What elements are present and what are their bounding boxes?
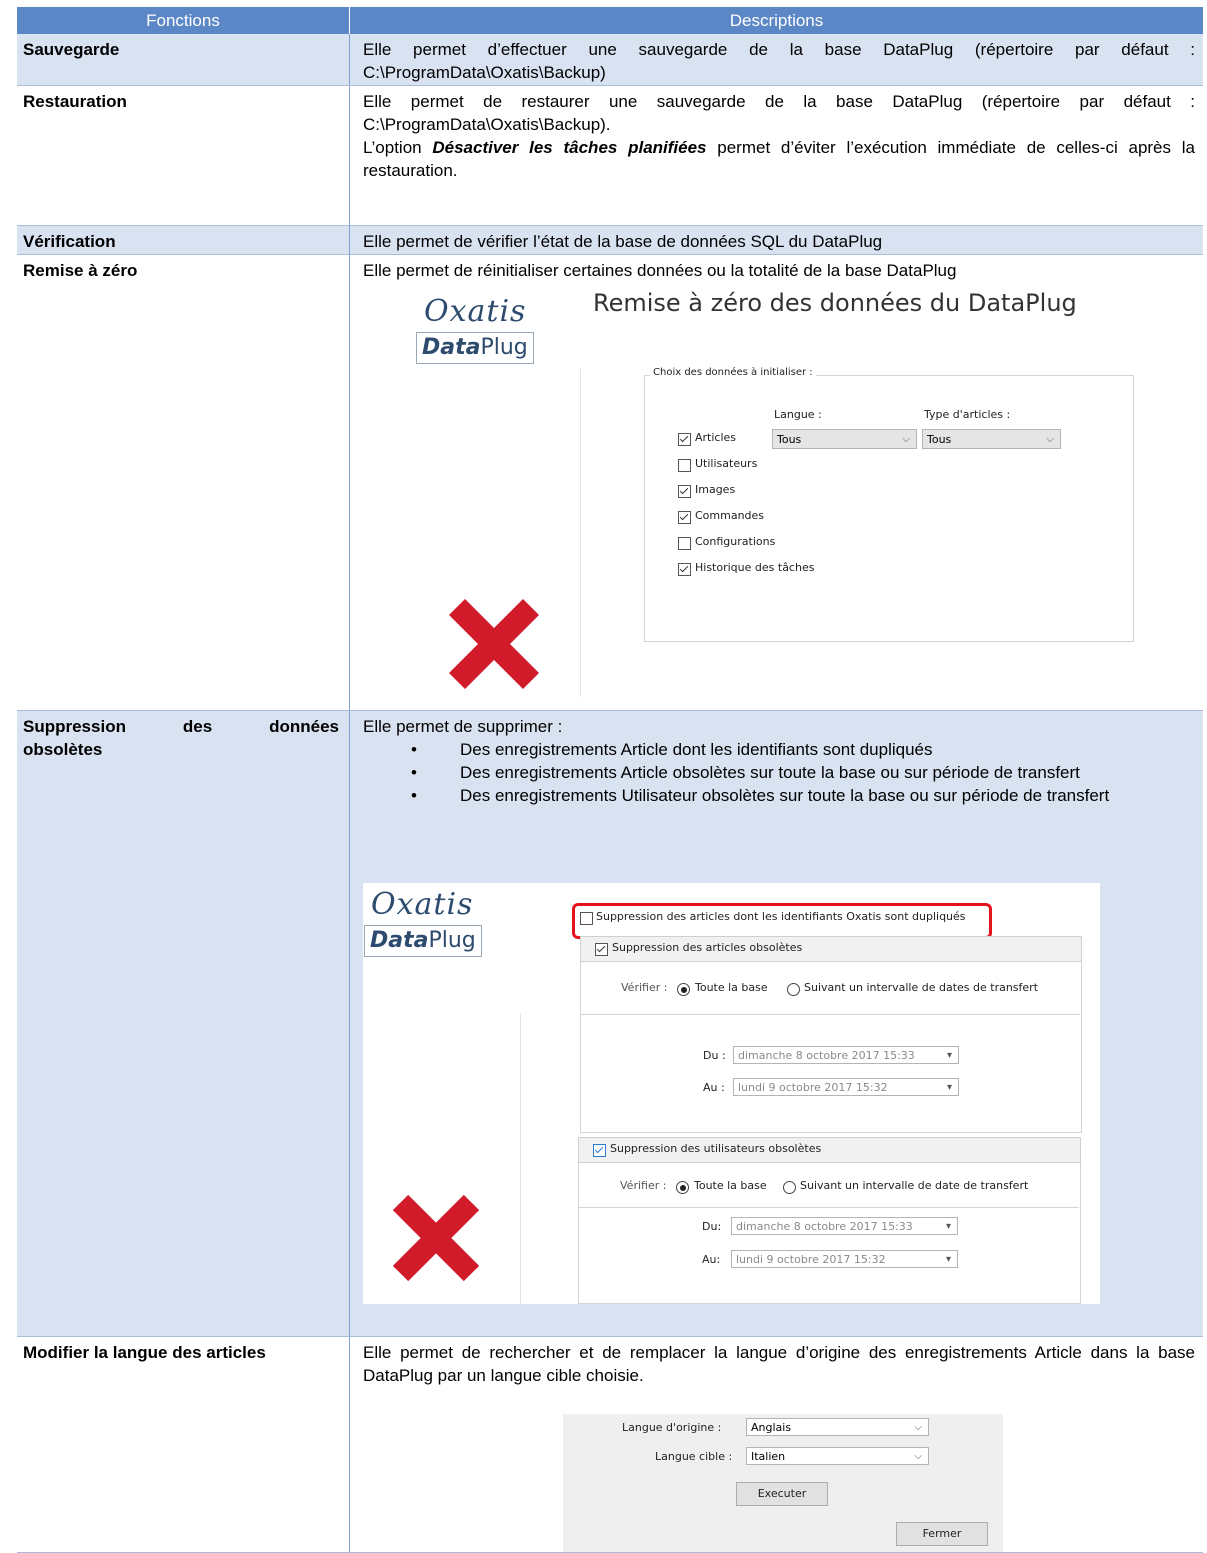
- chevron-down-icon: ⌵: [902, 434, 910, 445]
- chevron-down-icon: ▾: [945, 1221, 951, 1232]
- description: Elle permet d’effectuer une sauvegarde d…: [363, 40, 1195, 82]
- list-item: Des enregistrements Utilisateur obsolète…: [363, 784, 1195, 807]
- function-name: Remise à zéro: [23, 261, 138, 280]
- option-name: Désactiver les tâches planifiées: [432, 138, 707, 157]
- purge-dialog-screenshot: Oxatis DataPlug Suppression des articles…: [363, 883, 1100, 1304]
- radio-label: Suivant un intervalle de dates de transf…: [804, 981, 1039, 994]
- checkbox-label: Suppression des articles obsolètes: [612, 941, 803, 954]
- langue-select[interactable]: Tous ⌵: [772, 429, 917, 449]
- checkbox-users-obsoletes[interactable]: [593, 1144, 606, 1157]
- function-name: Modifier la langue des articles: [23, 1343, 266, 1362]
- checkbox-label: Images: [695, 483, 736, 496]
- group-label: Choix des données à initialiser :: [650, 367, 816, 378]
- verifier-label: Vérifier :: [621, 981, 668, 994]
- language-dialog-screenshot: Langue d'origine : Anglais ⌵ Langue cible…: [563, 1414, 1003, 1552]
- origin-label: Langue d'origine :: [622, 1421, 722, 1434]
- checkbox-label: Configurations: [695, 535, 776, 548]
- type-label: Type d'articles :: [924, 408, 1011, 421]
- au-label: Au:: [702, 1253, 721, 1266]
- description: Elle permet de vérifier l’état de la bas…: [363, 232, 883, 251]
- radio-label: Toute la base: [695, 981, 768, 994]
- description: Elle permet de rechercher et de remplace…: [363, 1343, 1195, 1385]
- chevron-down-icon: ▾: [946, 1082, 952, 1093]
- target-language-select[interactable]: Italien ⌵: [746, 1447, 929, 1465]
- chevron-down-icon: ⌵: [914, 1451, 922, 1462]
- checkbox-configurations[interactable]: [678, 537, 691, 550]
- close-icon: [449, 599, 539, 689]
- close-icon: [392, 1194, 480, 1282]
- function-name: Vérification: [23, 232, 116, 251]
- origin-language-select[interactable]: Anglais ⌵: [746, 1418, 929, 1436]
- description: Elle permet de restaurer une sauvegarde …: [363, 90, 1195, 182]
- close-button[interactable]: Fermer: [896, 1522, 988, 1546]
- checkbox-label: Historique des tâches: [695, 561, 815, 574]
- du-label: Du :: [703, 1049, 726, 1062]
- reset-dialog-screenshot: Oxatis DataPlug Remise à zéro des donnée…: [413, 284, 1140, 697]
- oxatis-logo: Oxatis: [424, 294, 527, 329]
- function-name: Sauvegarde: [23, 40, 120, 59]
- articles-panel: [580, 936, 1082, 1133]
- chevron-down-icon: ▾: [946, 1050, 952, 1061]
- separator: [578, 1207, 1079, 1209]
- checkbox-commandes[interactable]: [678, 511, 691, 524]
- date-from-picker[interactable]: dimanche 8 octobre 2017 15:33 ▾: [731, 1217, 958, 1235]
- header-descriptions: Descriptions: [350, 7, 1203, 34]
- target-label: Langue cible :: [655, 1450, 733, 1463]
- description-paragraph: Elle permet de restaurer une sauvegarde …: [363, 92, 1195, 134]
- description: Elle permet de supprimer : Des enregistr…: [363, 715, 1195, 807]
- type-select[interactable]: Tous ⌵: [922, 429, 1061, 449]
- table-row: Restauration Elle permet de restaurer un…: [17, 86, 1203, 226]
- oxatis-logo: Oxatis: [371, 887, 474, 922]
- chevron-down-icon: ⌵: [914, 1422, 922, 1433]
- date-to-picker[interactable]: lundi 9 octobre 2017 15:32 ▾: [731, 1250, 958, 1268]
- radio-interval[interactable]: [783, 1181, 796, 1194]
- description: Elle permet de réinitialiser certaines d…: [363, 261, 957, 280]
- dataplug-logo: DataPlug: [416, 332, 534, 364]
- radio-all-base[interactable]: [677, 983, 690, 996]
- radio-label: Toute la base: [694, 1179, 767, 1192]
- checkbox-articles[interactable]: [678, 433, 691, 446]
- au-label: Au :: [703, 1081, 725, 1094]
- checkbox-images[interactable]: [678, 485, 691, 498]
- radio-all-base[interactable]: [676, 1181, 689, 1194]
- function-name: Suppression des données obsolètes: [23, 717, 339, 759]
- radio-interval[interactable]: [787, 983, 800, 996]
- dialog-title: Remise à zéro des données du DataPlug: [593, 289, 1077, 317]
- table-row: Sauvegarde Elle permet d’effectuer une s…: [17, 34, 1203, 86]
- checkbox-label: Articles: [695, 431, 737, 444]
- dataplug-logo: DataPlug: [364, 925, 482, 957]
- checkbox-duplicates[interactable]: [580, 912, 593, 925]
- du-label: Du:: [702, 1220, 722, 1233]
- radio-label: Suivant un intervalle de date de transfe…: [800, 1179, 1029, 1192]
- table-row: Vérification Elle permet de vérifier l’é…: [17, 226, 1203, 255]
- separator: [580, 1014, 1080, 1016]
- divider: [520, 1013, 521, 1304]
- function-name: Restauration: [23, 92, 127, 111]
- list-item: Des enregistrements Article dont les ide…: [363, 738, 1195, 761]
- checkbox-label: Suppression des articles dont les identi…: [596, 910, 966, 923]
- checkbox-historique[interactable]: [678, 563, 691, 576]
- checkbox-label: Suppression des utilisateurs obsolètes: [610, 1142, 822, 1155]
- chevron-down-icon: ▾: [945, 1254, 951, 1265]
- divider: [580, 369, 581, 697]
- date-to-picker[interactable]: lundi 9 octobre 2017 15:32 ▾: [733, 1078, 959, 1096]
- verifier-label: Vérifier :: [620, 1179, 667, 1192]
- date-from-picker[interactable]: dimanche 8 octobre 2017 15:33 ▾: [733, 1046, 959, 1064]
- description-paragraph: L’option Désactiver les tâches planifiée…: [363, 138, 1195, 180]
- checkbox-label: Utilisateurs: [695, 457, 758, 470]
- execute-button[interactable]: Executer: [736, 1482, 828, 1506]
- checkbox-label: Commandes: [695, 509, 765, 522]
- list-item: Des enregistrements Article obsolètes su…: [363, 761, 1195, 784]
- chevron-down-icon: ⌵: [1046, 434, 1054, 445]
- langue-label: Langue :: [774, 408, 822, 421]
- header-fonctions: Fonctions: [17, 7, 349, 34]
- checkbox-articles-obsoletes[interactable]: [595, 943, 608, 956]
- checkbox-utilisateurs[interactable]: [678, 459, 691, 472]
